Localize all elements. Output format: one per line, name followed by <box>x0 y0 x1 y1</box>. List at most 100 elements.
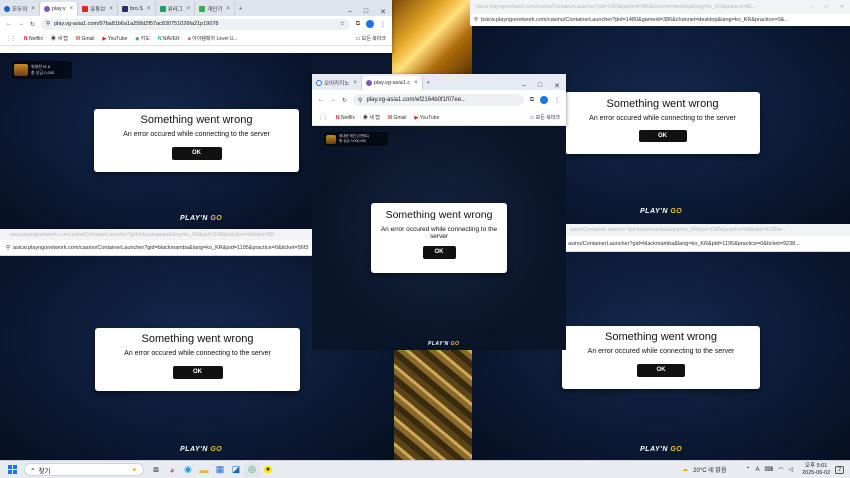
profile-icon[interactable] <box>540 96 548 104</box>
site-info-icon[interactable]: ⚲ <box>358 97 362 104</box>
outlook-icon[interactable]: ◪ <box>228 463 244 477</box>
maximize-icon[interactable]: □ <box>364 8 368 16</box>
window-controls: – □ ✕ <box>810 4 850 10</box>
site-info-icon[interactable]: ⚲ <box>474 17 478 23</box>
task-view-icon[interactable]: ⧈ <box>148 463 164 477</box>
maximize-icon[interactable]: □ <box>538 82 542 90</box>
reload-icon[interactable]: ↻ <box>30 21 35 28</box>
tab-5[interactable]: 개인기 × <box>195 2 235 16</box>
menu-icon[interactable]: ⋮ <box>554 97 560 104</box>
bookmark-all[interactable]: ▭ 모든 북마크 <box>355 35 386 42</box>
clock[interactable]: 오후 5:01 2025-06-02 <box>802 463 830 477</box>
close-icon[interactable]: × <box>147 6 151 12</box>
tab-4[interactable]: 위라그 × <box>156 2 196 16</box>
language-indicator[interactable]: A <box>756 467 760 473</box>
new-tab-button[interactable]: + <box>235 2 246 16</box>
volume-icon[interactable]: ◁ <box>788 466 793 473</box>
tray-chevron-icon[interactable]: ⌃ <box>745 466 750 473</box>
url-text[interactable]: bsicw.playngonetwork.com/casino/Containe… <box>481 17 789 23</box>
site-info-icon[interactable]: ⚲ <box>46 21 50 27</box>
bookmark-new-tab[interactable]: ◉ 새 탭 <box>51 35 68 42</box>
widgets-icon[interactable]: ◕ <box>164 463 180 477</box>
url-input[interactable]: ⚲ play.vg-asia1.com/97ba81b6a1a258d2f57ac… <box>41 18 350 30</box>
maximize-icon[interactable]: □ <box>825 4 828 10</box>
wifi-icon[interactable]: ◠ <box>778 466 783 473</box>
bookmark-item-level[interactable]: ■ 아이템매차 Level U... <box>188 35 238 42</box>
ok-button[interactable]: OK <box>638 130 687 142</box>
bookmark-naver[interactable]: N NAVER <box>158 36 180 42</box>
bookmark-gmail[interactable]: M Gmail <box>388 115 407 121</box>
close-icon[interactable]: × <box>226 6 230 12</box>
kakaotalk-icon[interactable]: ● <box>260 463 276 477</box>
search-box[interactable]: ⌕ 찾기 ✦ <box>24 463 144 476</box>
dialog-message: An error occured while connecting to the… <box>380 226 498 240</box>
star-icon[interactable]: ☆ <box>340 21 345 27</box>
tab-label: 위라그 <box>167 7 183 13</box>
bookmark-maps[interactable]: ◆ 지도 <box>135 35 149 42</box>
close-icon[interactable]: × <box>414 80 418 86</box>
tab-0[interactable]: 모두의 × <box>0 2 40 16</box>
notification-icon[interactable]: 2 <box>835 465 844 474</box>
close-icon[interactable]: × <box>353 80 357 86</box>
bookmark-all[interactable]: ▭ 모든 북마크 <box>529 114 560 121</box>
tab-1[interactable]: play.vg-asia1.c × <box>361 76 423 90</box>
minimize-icon[interactable]: – <box>810 4 813 10</box>
close-icon[interactable]: ✕ <box>554 82 560 90</box>
tab-0[interactable]: 오어카지노 × <box>312 76 362 90</box>
ok-button[interactable]: OK <box>422 246 456 259</box>
bookmark-netflix[interactable]: N Netflix <box>336 115 355 121</box>
bookmark-label: YouTube <box>107 35 128 42</box>
bookmark-gmail[interactable]: M Gmail <box>76 36 95 42</box>
apps-icon[interactable]: ⋮⋮ <box>6 36 16 42</box>
bookmark-youtube[interactable]: ▶ YouTube <box>103 36 128 42</box>
tab-3[interactable]: bro.S × <box>118 2 156 16</box>
reload-icon[interactable]: ↻ <box>342 97 347 104</box>
ok-button[interactable]: OK <box>172 366 223 379</box>
keyboard-icon[interactable]: ⌨ <box>765 466 774 473</box>
menu-icon[interactable]: ⋮ <box>380 21 386 28</box>
close-icon[interactable]: × <box>70 6 74 12</box>
close-icon[interactable]: × <box>187 6 191 12</box>
forward-icon[interactable]: → <box>18 21 24 27</box>
close-icon[interactable]: × <box>109 6 113 12</box>
bookmark-label: 모든 북마크 <box>535 115 560 121</box>
back-icon[interactable]: ← <box>318 97 324 103</box>
extensions-icon[interactable]: ⧉ <box>356 21 360 28</box>
tab-2[interactable]: 유튜브 × <box>78 2 118 16</box>
close-icon[interactable]: × <box>31 6 35 12</box>
back-icon[interactable]: ← <box>6 21 12 27</box>
forward-icon[interactable]: → <box>330 97 336 103</box>
close-icon[interactable]: ✕ <box>840 4 844 10</box>
close-icon[interactable]: ✕ <box>380 8 386 16</box>
profile-icon[interactable] <box>366 20 374 28</box>
minimize-icon[interactable]: – <box>522 82 526 90</box>
site-info-icon[interactable]: ⚲ <box>6 245 10 251</box>
tab-1[interactable]: play.v × <box>39 2 79 16</box>
ok-button[interactable]: OK <box>171 147 222 160</box>
weather-text[interactable]: 20°C 네 맑음 <box>693 465 726 474</box>
bookmark-youtube[interactable]: ▶ YouTube <box>415 115 440 121</box>
bookmark-label: 새 탭 <box>57 36 68 42</box>
file-explorer-icon[interactable]: ▬ <box>196 463 212 477</box>
new-tab-button[interactable]: + <box>423 76 434 90</box>
bookmark-label: 모든 북마크 <box>361 36 386 42</box>
url-text[interactable]: asino/ContainerLauncher?gid=blackmamba&l… <box>568 241 800 247</box>
edge-icon[interactable]: ◉ <box>180 463 196 477</box>
address-bar-top-right: ⚲ bsicw.playngonetwork.com/casino/Contain… <box>470 14 850 26</box>
apps-icon[interactable]: ⋮⋮ <box>318 115 328 121</box>
bookmark-netflix[interactable]: N Netflix <box>24 36 43 42</box>
tab-label: 오어카지노 <box>324 81 350 87</box>
chrome-icon[interactable]: ◎ <box>244 462 260 477</box>
minimize-icon[interactable]: – <box>348 8 352 16</box>
extensions-icon[interactable]: ⧉ <box>530 97 534 104</box>
ok-button[interactable]: OK <box>637 364 685 377</box>
url-input[interactable]: ⚲ play.vg-asia1.com/ef2164b0f1f07ee... <box>353 94 524 106</box>
start-icon[interactable] <box>4 463 20 477</box>
bookmark-label: Netflix <box>341 114 355 121</box>
youtube-icon <box>82 6 89 12</box>
url-text[interactable]: asicw.playngonetwork.com/casino/Containe… <box>13 245 308 251</box>
bookmark-new-tab[interactable]: ◉ 새 탭 <box>363 114 380 121</box>
store-icon[interactable]: ▦ <box>212 463 228 477</box>
address-bar: ← → ↻ ⚲ play.vg-asia1.com/ef2164b0f1f07ee… <box>312 90 566 110</box>
browser-window-top-left: 모두의 × play.v × 유튜브 × bro.S × 위라그 × 개인기 × + – □ ✕… <box>0 0 392 53</box>
